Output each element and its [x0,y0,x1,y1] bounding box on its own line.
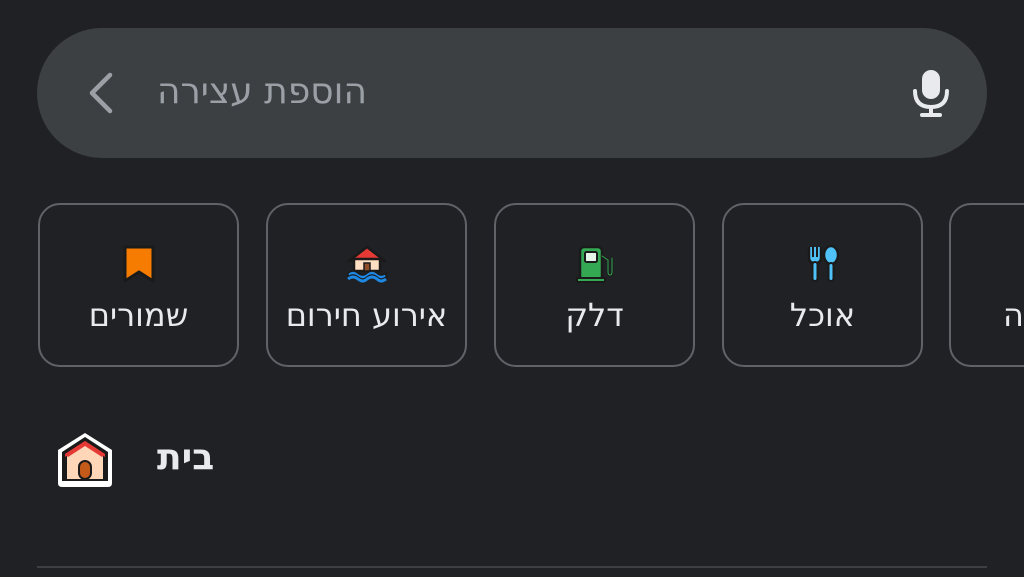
chip-food[interactable]: אוכל [722,203,923,367]
chip-label: אירוע חירום [285,296,448,334]
screen: הוספת עצירה שמורים אירוע חירום דלק אוכל … [0,0,1024,577]
chip-label: דלק [565,296,624,334]
home-label: בית [157,437,215,478]
back-button[interactable] [74,66,128,120]
chip-label: ה [1003,296,1024,334]
chip-label: אוכל [789,296,856,334]
flood-house-icon [346,245,387,283]
chip-label: שמורים [88,296,189,334]
home-icon [58,433,112,487]
gas-station-icon [575,245,613,283]
search-input[interactable]: הוספת עצירה [130,64,367,120]
bookmark-icon [123,245,154,283]
microphone-icon [913,70,949,117]
divider [37,566,987,568]
chip-emergency[interactable]: אירוע חירום [266,203,467,367]
chevron-left-icon [89,72,113,114]
voice-search-button[interactable] [900,62,962,124]
chip-more[interactable]: ה [949,203,1024,367]
home-shortcut[interactable]: בית [37,410,987,510]
chip-saved[interactable]: שמורים [38,203,239,367]
chip-fuel[interactable]: דלק [494,203,695,367]
fork-spoon-icon [807,244,839,282]
